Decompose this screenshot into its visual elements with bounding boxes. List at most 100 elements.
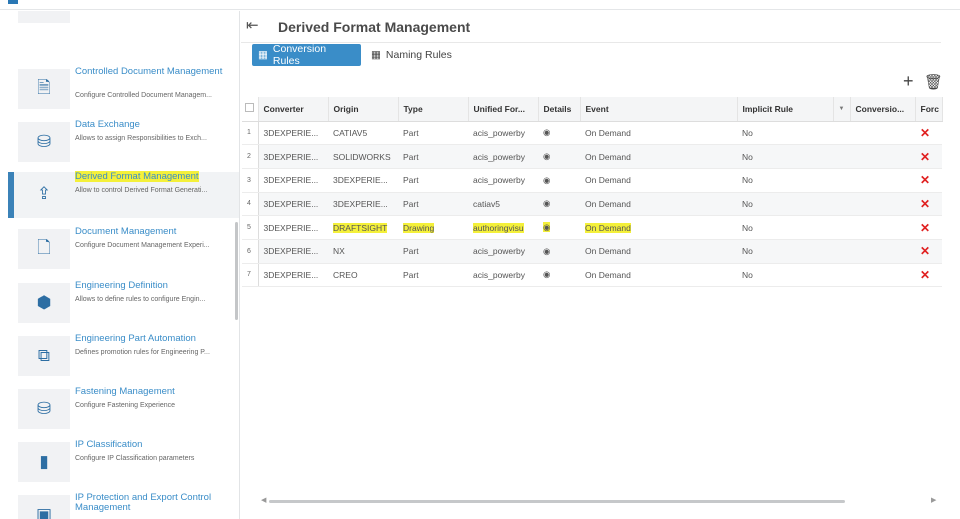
details-eye-icon[interactable]: ◉ [538,192,580,217]
column-header[interactable]: Details [538,97,581,122]
table-cell: Part [398,192,468,217]
table-cell: Drawing [398,215,468,240]
table-cell: On Demand [580,239,737,264]
table-row[interactable]: 4 3DEXPERIE... 3DEXPERIE... Part catiav5 ◉ On … [242,192,942,217]
table-cell: acis_powerby [468,239,538,264]
app-icon [8,0,18,4]
delete-x-icon[interactable]: ✕ [915,168,942,193]
column-header[interactable]: Forc [915,97,943,122]
sidebar-item-title: IP Protection and Export Control Managem… [75,492,212,513]
sidebar-item[interactable]: ▮ IP Classification Configure IP Classif… [8,439,239,486]
sidebar-item-desc: Allow to control Derived Format Generati… [75,187,208,194]
column-header[interactable]: Unified For... [468,97,539,122]
table-cell: acis_powerby [468,121,538,146]
horizontal-scrollbar[interactable] [269,500,845,503]
sidebar-item-desc: Allows to define rules to configure Engi… [75,296,206,303]
details-eye-icon[interactable]: ◉ [538,263,580,288]
table-cell: Part [398,239,468,264]
sidebar-item-desc: Allows to assign Responsibilities to Exc… [75,135,207,142]
trash-icon[interactable]: 🗑 [924,73,943,91]
details-eye-icon[interactable]: ◉ [538,121,580,146]
delete-x-icon[interactable]: ✕ [915,239,942,264]
table-cell: On Demand [580,168,737,193]
sidebar-item-desc: Defines promotion rules for Engineering … [75,349,210,356]
table-cell: No [737,192,833,217]
sidebar-item-title: Derived Format Management [75,171,199,182]
delete-x-icon[interactable]: ✕ [915,263,942,288]
delete-x-icon[interactable]: ✕ [915,144,942,169]
details-eye-icon[interactable]: ◉ [538,168,580,193]
sidebar-item-desc: Configure Document Management Experi... [75,242,210,249]
sidebar-item-title: Data Exchange [75,119,140,130]
column-header[interactable]: Implicit Rule [737,97,834,122]
sidebar-item[interactable]: ⬢ Engineering Definition Allows to defin… [8,280,239,327]
column-header[interactable]: Converter [258,97,329,122]
sidebar-item[interactable]: ⚙ [8,11,239,27]
table-cell: On Demand [580,192,737,217]
table-cell: On Demand [580,121,737,146]
column-header[interactable]: Type [398,97,469,122]
table-row[interactable]: 7 3DEXPERIE... CREO Part acis_powerby ◉ On Dem… [242,263,942,288]
table-row[interactable]: 1 3DEXPERIE... CATIAV5 Part acis_powerby ◉ On … [242,121,942,146]
sidebar-item-desc: Configure Controlled Document Managem... [75,92,212,99]
sidebar-item-desc: Configure Fastening Experience [75,402,176,409]
table-cell: 3DEXPERIE... [258,144,328,169]
table-cell: authoringvisu [468,215,538,240]
document-icon: 🗋 [18,229,70,269]
column-header[interactable]: Conversio... [850,97,916,122]
table-cell: 5 [242,215,259,240]
table-cell: 3DEXPERIE... [258,168,328,193]
sidebar-item[interactable]: ⧉ Engineering Part Automation Defines pr… [8,334,239,380]
sidebar-item[interactable]: ⇪ Derived Format Management Allow to con… [8,171,239,218]
table-cell: No [737,239,833,264]
page-title: Derived Format Management [278,19,471,35]
table-cell: acis_powerby [468,263,538,288]
table-cell: 3DEXPERIE... [258,121,328,146]
table-cell: On Demand [580,263,737,288]
sidebar: ⚙ 🗎 Controlled Document Management Confi… [8,11,240,519]
sidebar-item[interactable]: ⛁ Data Exchange Allows to assign Respons… [8,119,239,166]
sidebar-item-title: IP Classification [75,439,143,450]
table-cell: 3DEXPERIE... [258,239,328,264]
delete-x-icon[interactable]: ✕ [915,121,942,146]
details-eye-icon[interactable]: ◉ [538,144,580,169]
column-header[interactable]: Origin [328,97,399,122]
conversion-rules-table: Converter Origin Type Unified For... Details… [242,97,943,288]
tab-naming-rules[interactable]: ▦ Naming Rules [365,44,458,66]
sidebar-item[interactable]: ⛁ Fastening Management Configure Fasteni… [8,387,239,433]
scroll-left-icon[interactable]: ◀ [261,496,266,504]
sidebar-scrollbar[interactable] [235,222,238,320]
collapse-sidebar-icon[interactable]: ⇤ [246,16,259,34]
table-cell: CREO [328,263,398,288]
delete-x-icon[interactable]: ✕ [915,215,942,240]
add-icon[interactable]: + [903,71,914,92]
delete-x-icon[interactable]: ✕ [915,192,942,217]
controlled-document-icon: 🗎 [18,69,70,109]
tab-conversion-rules[interactable]: ▦ Conversion Rules [252,43,361,67]
sidebar-item[interactable]: 🗎 Controlled Document Management Configu… [8,67,239,113]
column-header[interactable]: Event [580,97,738,122]
table-cell: 3DEXPERIE... [328,168,398,193]
table-cell: No [737,121,833,146]
sidebar-item-title: Engineering Definition [75,280,168,291]
ip-classification-icon: ▮ [18,442,70,482]
table-row[interactable]: 5 3DEXPERIE... DRAFTSIGHT Drawing authoringv… [242,215,942,240]
sidebar-item[interactable]: ▣ IP Protection and Export Control Manag… [8,492,239,519]
table-row[interactable]: 2 3DEXPERIE... SOLIDWORKS Part acis_powerby ◉… [242,144,942,169]
settings-icon: ⚙ [18,11,70,23]
scroll-right-icon[interactable]: ▶ [931,496,936,504]
table-row[interactable]: 3 3DEXPERIE... 3DEXPERIE... Part acis_powerb… [242,168,942,193]
details-eye-icon[interactable]: ◉ [538,215,580,240]
details-eye-icon[interactable]: ◉ [538,239,580,264]
engineering-definition-icon: ⬢ [18,283,70,323]
select-all-checkbox[interactable] [242,97,259,122]
table-cell: No [737,144,833,169]
flowchart-icon: ⧉ [18,336,70,376]
table-cell: 3DEXPERIE... [328,192,398,217]
table-row[interactable]: 6 3DEXPERIE... NX Part acis_powerby ◉ On Deman… [242,239,942,264]
filter-icon[interactable]: ▼ [833,97,851,122]
table-cell: acis_powerby [468,144,538,169]
table-cell: No [737,168,833,193]
sidebar-item[interactable]: 🗋 Document Management Configure Document… [8,227,239,273]
table-cell: 4 [242,192,259,217]
